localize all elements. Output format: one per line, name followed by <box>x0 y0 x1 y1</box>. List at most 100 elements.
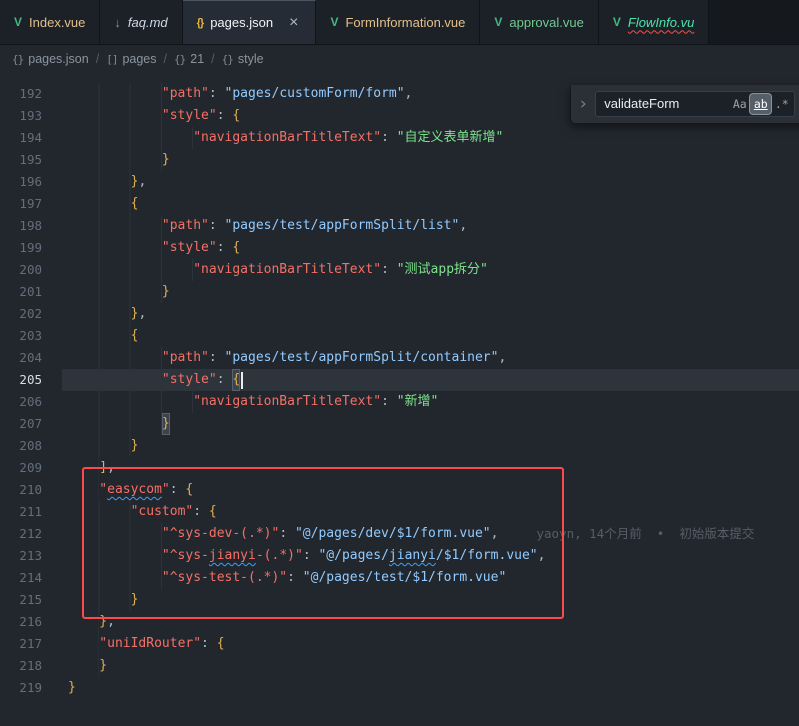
match-case-toggle[interactable]: Aa <box>729 94 750 114</box>
code-line-content: } <box>62 589 138 611</box>
symbol-icon: [] <box>106 53 117 66</box>
breadcrumb-label: pages <box>122 52 156 66</box>
symbol-icon: {} <box>12 53 23 66</box>
git-blame-annotation: yaoyn, 14个月前 • 初始版本提交 <box>536 523 754 545</box>
code-line[interactable]: 210"easycom": { <box>0 479 799 501</box>
code-line[interactable]: 199"style": { <box>0 237 799 259</box>
breadcrumb-separator: / <box>164 52 167 66</box>
line-number: 216 <box>0 611 62 633</box>
code-line-content: "custom": { <box>62 501 217 523</box>
line-number: 203 <box>0 325 62 347</box>
code-area[interactable]: 192"path": "pages/customForm/form",193"s… <box>0 83 799 699</box>
line-number: 214 <box>0 567 62 589</box>
line-number: 206 <box>0 391 62 413</box>
tab-faq.md[interactable]: ↓faq.md <box>100 0 182 44</box>
breadcrumb: {}pages.json/[]pages/{}21/{}style <box>0 45 799 73</box>
code-line[interactable]: 194"navigationBarTitleText": "自定义表单新增" <box>0 127 799 149</box>
breadcrumb-item-21[interactable]: {}21 <box>174 52 204 66</box>
line-number: 198 <box>0 215 62 237</box>
code-line-content: { <box>62 325 138 347</box>
editor[interactable]: 192"path": "pages/customForm/form",193"s… <box>0 73 799 726</box>
code-line[interactable]: 203{ <box>0 325 799 347</box>
line-number: 207 <box>0 413 62 435</box>
code-line[interactable]: 198"path": "pages/test/appFormSplit/list… <box>0 215 799 237</box>
code-line-content: "path": "pages/test/appFormSplit/contain… <box>62 347 506 369</box>
tab-bar: VIndex.vue↓faq.md{}pages.json×VFormInfor… <box>0 0 799 45</box>
code-line-content: } <box>62 435 138 457</box>
code-line[interactable]: 196}, <box>0 171 799 193</box>
code-line[interactable]: 202}, <box>0 303 799 325</box>
breadcrumb-separator: / <box>96 52 99 66</box>
tab-label: approval.vue <box>509 15 583 30</box>
code-line-content: } <box>62 413 170 435</box>
code-line[interactable]: 204"path": "pages/test/appFormSplit/cont… <box>0 347 799 369</box>
breadcrumb-label: style <box>238 52 264 66</box>
line-number: 193 <box>0 105 62 127</box>
code-line[interactable]: 216}, <box>0 611 799 633</box>
line-number: 199 <box>0 237 62 259</box>
tab-FlowInfo.vu[interactable]: VFlowInfo.vu <box>599 0 710 44</box>
markdown-icon: ↓ <box>114 15 121 30</box>
code-line[interactable]: 208} <box>0 435 799 457</box>
code-line[interactable]: 206"navigationBarTitleText": "新增" <box>0 391 799 413</box>
code-line[interactable]: 217"uniIdRouter": { <box>0 633 799 655</box>
find-query: validateForm <box>604 93 729 115</box>
tab-pages.json[interactable]: {}pages.json× <box>183 0 317 44</box>
code-line[interactable]: 205"style": { <box>0 369 799 391</box>
line-number: 201 <box>0 281 62 303</box>
line-number: 218 <box>0 655 62 677</box>
code-line-content: } <box>62 149 170 171</box>
code-line[interactable]: 211"custom": { <box>0 501 799 523</box>
code-line[interactable]: 200"navigationBarTitleText": "测试app拆分" <box>0 259 799 281</box>
code-line[interactable]: 219} <box>0 677 799 699</box>
find-widget: › validateForm Aa ab .* <box>570 85 799 124</box>
code-line[interactable]: 209], <box>0 457 799 479</box>
line-number: 212 <box>0 523 62 545</box>
code-line-content: ], <box>62 457 115 479</box>
code-line[interactable]: 207} <box>0 413 799 435</box>
code-line[interactable]: 197{ <box>0 193 799 215</box>
breadcrumb-label: pages.json <box>28 52 88 66</box>
code-line-content: }, <box>62 303 146 325</box>
vue-icon: V <box>14 15 22 29</box>
breadcrumb-item-pages.json[interactable]: {} pages.json <box>12 52 89 66</box>
code-line-content: } <box>62 655 107 677</box>
tab-approval.vue[interactable]: Vapproval.vue <box>480 0 598 44</box>
code-line[interactable]: 212"^sys-dev-(.*)": "@/pages/dev/$1/form… <box>0 523 799 545</box>
code-line[interactable]: 214"^sys-test-(.*)": "@/pages/test/$1/fo… <box>0 567 799 589</box>
line-number: 197 <box>0 193 62 215</box>
code-line[interactable]: 218} <box>0 655 799 677</box>
find-input[interactable]: validateForm Aa ab .* <box>595 91 795 117</box>
code-line-content: "style": { <box>62 237 240 259</box>
line-number: 195 <box>0 149 62 171</box>
code-line[interactable]: 195} <box>0 149 799 171</box>
close-icon[interactable]: × <box>286 14 301 32</box>
code-line[interactable]: 201} <box>0 281 799 303</box>
line-number: 204 <box>0 347 62 369</box>
tab-Index.vue[interactable]: VIndex.vue <box>0 0 100 44</box>
line-number: 200 <box>0 259 62 281</box>
line-number: 208 <box>0 435 62 457</box>
symbol-icon: {} <box>222 53 233 66</box>
code-line-content: "easycom": { <box>62 479 193 501</box>
code-line-content: "path": "pages/test/appFormSplit/list", <box>62 215 467 237</box>
line-number: 219 <box>0 677 62 699</box>
line-number: 205 <box>0 369 62 391</box>
line-number: 196 <box>0 171 62 193</box>
code-line[interactable]: 215} <box>0 589 799 611</box>
breadcrumb-item-style[interactable]: {} style <box>222 52 264 66</box>
code-line-content: } <box>62 281 170 303</box>
code-line-content: } <box>62 677 76 699</box>
chevron-right-icon[interactable]: › <box>576 96 590 113</box>
line-number: 192 <box>0 83 62 105</box>
whole-word-toggle[interactable]: ab <box>750 94 771 114</box>
breadcrumb-label: 21 <box>190 52 204 66</box>
code-line-content: "^sys-jianyi-(.*)": "@/pages/jianyi/$1/f… <box>62 545 545 567</box>
regex-toggle[interactable]: .* <box>771 94 792 114</box>
line-number: 211 <box>0 501 62 523</box>
tab-FormInformation.vue[interactable]: VFormInformation.vue <box>316 0 480 44</box>
code-line-content: }, <box>62 171 146 193</box>
breadcrumb-item-pages[interactable]: [] pages <box>106 52 156 66</box>
code-line[interactable]: 213"^sys-jianyi-(.*)": "@/pages/jianyi/$… <box>0 545 799 567</box>
code-line-content: "navigationBarTitleText": "新增" <box>62 391 438 413</box>
